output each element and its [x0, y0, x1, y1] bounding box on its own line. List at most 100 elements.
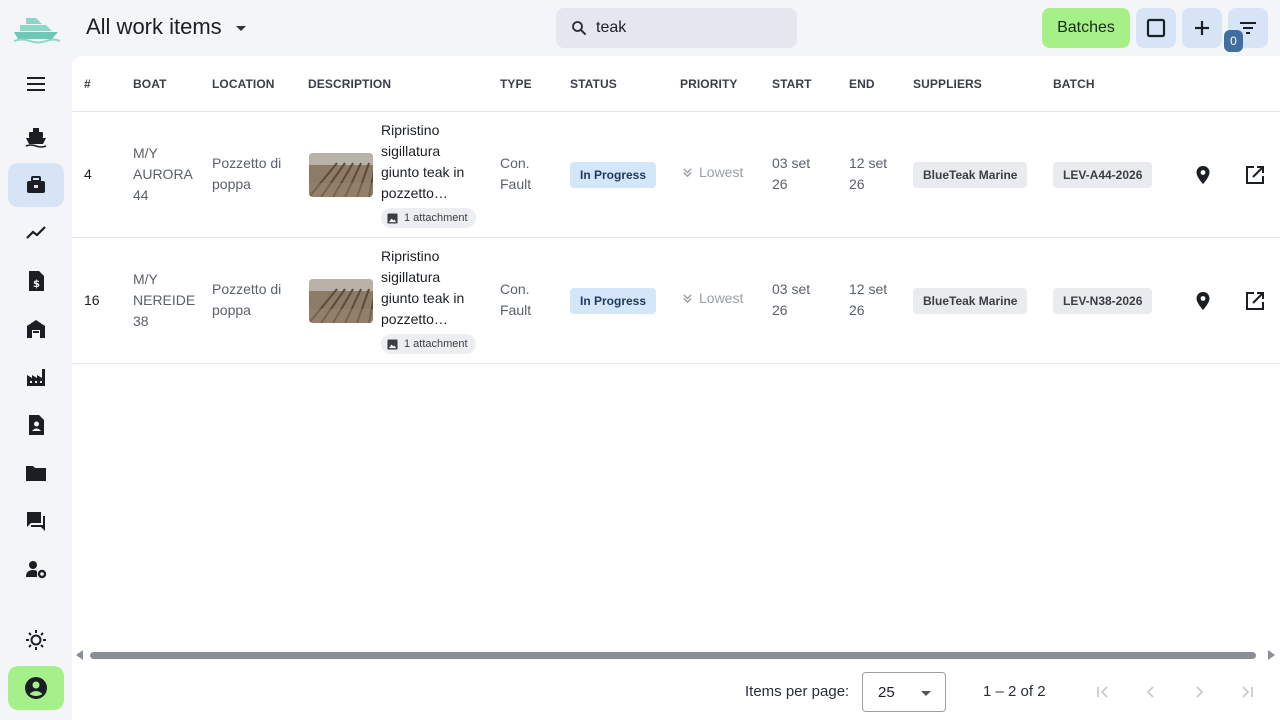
start-date: 03 set 26 [772, 155, 811, 192]
first-page-button[interactable] [1091, 680, 1115, 704]
start-date: 03 set 26 [772, 281, 811, 318]
scroll-left-arrow-icon[interactable] [76, 650, 83, 660]
chat-icon [27, 512, 45, 531]
supplier-chip[interactable]: BlueTeak Marine [913, 288, 1028, 314]
sidebar-item-shipyards[interactable] [8, 307, 64, 351]
sidebar-item-contacts[interactable] [8, 403, 64, 447]
previous-page-button[interactable] [1139, 680, 1163, 704]
sidebar-menu-toggle[interactable] [8, 62, 64, 106]
svg-text:$: $ [33, 279, 40, 290]
search-icon [572, 21, 586, 35]
attachment-thumbnail[interactable] [309, 279, 373, 323]
type: Con. Fault [500, 281, 532, 318]
plus-icon [1195, 21, 1209, 35]
sidebar-item-documents[interactable] [8, 451, 64, 495]
last-page-button[interactable] [1235, 680, 1259, 704]
location: Pozzetto di poppa [212, 155, 282, 192]
scrollbar-thumb[interactable] [90, 652, 1256, 659]
search-box[interactable] [556, 8, 797, 48]
double-chevron-down-icon [683, 293, 692, 303]
search-input[interactable] [596, 19, 776, 37]
table-header: # BOAT LOCATION DESCRIPTION TYPE STATUS … [72, 56, 1280, 112]
account-icon [25, 677, 47, 699]
table-row[interactable]: 16 M/Y NEREIDE 38 Pozzetto di poppa Ripr… [72, 238, 1280, 364]
attachment-label: 1 attachment [404, 212, 468, 224]
sidebar-item-boats[interactable] [8, 115, 64, 159]
batch-chip[interactable]: LEV-A44-2026 [1053, 162, 1153, 188]
open-in-new-icon[interactable] [1243, 289, 1267, 313]
menu-icon [27, 77, 45, 91]
sidebar-item-analytics[interactable] [8, 211, 64, 255]
batches-button[interactable]: Batches [1042, 8, 1130, 48]
horizontal-scrollbar[interactable] [72, 648, 1280, 662]
location: Pozzetto di poppa [212, 281, 282, 318]
sidebar-item-invoices[interactable]: $ [8, 259, 64, 303]
description-text: Ripristino sigillatura giunto teak in po… [381, 122, 465, 201]
checkbox-icon [1146, 18, 1166, 38]
column-header-batch[interactable]: BATCH [1053, 77, 1095, 91]
column-header-status[interactable]: STATUS [570, 77, 617, 91]
sun-icon [26, 630, 46, 650]
work-items-panel: # BOAT LOCATION DESCRIPTION TYPE STATUS … [72, 56, 1280, 720]
column-header-num[interactable]: # [84, 77, 91, 91]
image-icon [387, 212, 398, 224]
invoice-icon: $ [29, 271, 44, 291]
row-number: 4 [84, 166, 92, 182]
scroll-right-arrow-icon[interactable] [1268, 650, 1275, 660]
priority-label: Lowest [699, 164, 744, 180]
sidebar-item-suppliers[interactable] [8, 355, 64, 399]
column-header-type[interactable]: TYPE [500, 77, 532, 91]
batch-chip[interactable]: LEV-N38-2026 [1053, 288, 1153, 314]
sidebar: $ [0, 56, 72, 720]
image-icon [387, 338, 398, 350]
factory-icon [27, 369, 45, 386]
sidebar-item-messages[interactable] [8, 499, 64, 543]
column-header-location[interactable]: LOCATION [212, 77, 275, 91]
type: Con. Fault [500, 155, 532, 192]
column-header-boat[interactable]: BOAT [133, 77, 167, 91]
status-badge[interactable]: In Progress [570, 162, 657, 188]
chevron-right-icon [1196, 686, 1204, 698]
briefcase-icon [27, 176, 45, 193]
column-header-priority[interactable]: PRIORITY [680, 77, 737, 91]
row-number: 16 [84, 292, 100, 308]
chevron-left-icon [1146, 686, 1154, 698]
location-pin-icon[interactable] [1191, 289, 1215, 313]
next-page-button[interactable] [1187, 680, 1211, 704]
select-toggle-button[interactable] [1136, 8, 1176, 48]
theme-toggle[interactable] [8, 618, 64, 662]
account-button[interactable] [8, 666, 64, 710]
table-row[interactable]: 4 M/Y AURORA 44 Pozzetto di poppa Ripris… [72, 112, 1280, 238]
status-badge[interactable]: In Progress [570, 288, 657, 314]
attachment-chip[interactable]: 1 attachment [381, 334, 476, 354]
column-header-suppliers[interactable]: SUPPLIERS [913, 77, 982, 91]
supplier-chip[interactable]: BlueTeak Marine [913, 162, 1028, 188]
boat-icon [25, 128, 47, 148]
sidebar-item-work-items[interactable] [8, 163, 64, 207]
attachment-thumbnail[interactable] [309, 153, 373, 197]
column-header-start[interactable]: START [772, 77, 812, 91]
app-logo-icon[interactable] [12, 14, 61, 44]
priority: Lowest [682, 290, 743, 306]
sidebar-item-user-management[interactable] [8, 547, 64, 591]
view-selector[interactable]: All work items [86, 14, 246, 40]
location-pin-icon[interactable] [1191, 163, 1215, 187]
top-bar: All work items Batches 0 [0, 0, 1280, 56]
open-in-new-icon[interactable] [1243, 163, 1267, 187]
trend-icon [26, 226, 46, 239]
attachment-chip[interactable]: 1 attachment [381, 208, 476, 228]
priority: Lowest [682, 164, 743, 180]
column-header-description[interactable]: DESCRIPTION [308, 77, 391, 91]
add-work-item-button[interactable] [1182, 8, 1222, 48]
boat-name: M/Y NEREIDE 38 [133, 271, 196, 329]
column-header-end[interactable]: END [849, 77, 875, 91]
filter-count-badge: 0 [1224, 30, 1243, 52]
page-title: All work items [86, 14, 222, 39]
user-settings-icon [26, 561, 47, 579]
page-size-select[interactable]: 25 [862, 672, 946, 712]
priority-label: Lowest [699, 290, 744, 306]
first-page-icon [1097, 686, 1108, 698]
items-per-page-label: Items per page: [745, 683, 850, 700]
end-date: 12 set 26 [849, 281, 888, 318]
warehouse-icon [27, 320, 45, 338]
